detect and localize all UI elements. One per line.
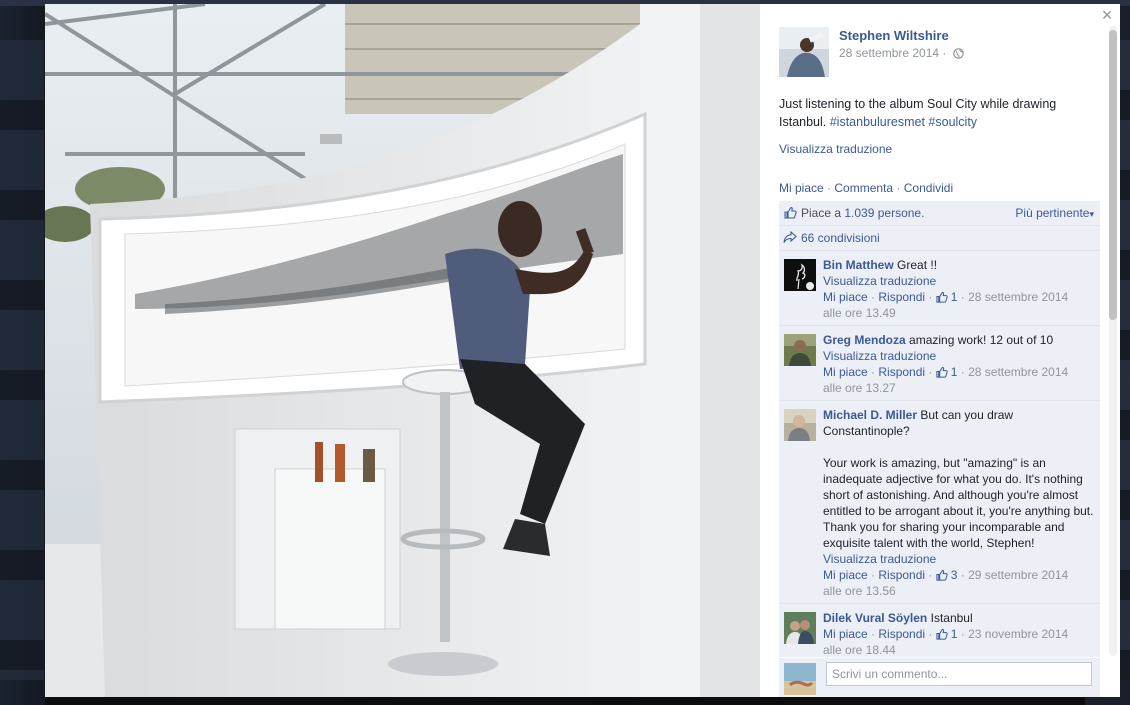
- post-text: Just listening to the album Soul City wh…: [779, 95, 1079, 131]
- share-arrow-icon: [783, 231, 797, 243]
- comment-like-link[interactable]: Mi piace: [823, 568, 868, 582]
- commenter-name[interactable]: Bin Matthew: [823, 258, 894, 272]
- comment-date[interactable]: · 29 settembre 2014: [961, 568, 1068, 582]
- commenter-name[interactable]: Dilek Vural Söylen: [823, 611, 927, 625]
- comment-time: alle ore 18.44: [823, 643, 896, 657]
- comment-date[interactable]: · 28 settembre 2014: [961, 365, 1068, 379]
- post-date: 28 settembre 2014 ·: [839, 46, 964, 60]
- current-user-avatar: [784, 663, 816, 695]
- hashtag-soulcity[interactable]: #soulcity: [928, 115, 977, 129]
- shares-count-link[interactable]: 66 condivisioni: [801, 231, 880, 245]
- comment-date[interactable]: · 23 novembre 2014: [961, 627, 1068, 641]
- likes-count-link[interactable]: 1.039 persone.: [844, 206, 924, 220]
- comment-item: Bin Matthew Great !! Visualizza traduzio…: [779, 251, 1100, 326]
- post-translate-link[interactable]: Visualizza traduzione: [779, 142, 892, 156]
- author-avatar[interactable]: [779, 27, 829, 77]
- comment-body: Bin Matthew Great !! Visualizza traduzio…: [823, 251, 1100, 326]
- comment-body: Greg Mendoza amazing work! 12 out of 10 …: [823, 326, 1100, 401]
- commenter-name[interactable]: Greg Mendoza: [823, 333, 906, 347]
- post-details-panel: × Stephen Wiltshire 28 settembre 2014 · …: [760, 4, 1120, 697]
- comment-input[interactable]: [826, 662, 1092, 686]
- shares-row: 66 condivisioni: [779, 226, 1100, 251]
- sort-label: Più pertinente: [1015, 206, 1090, 220]
- comment-like-link[interactable]: Mi piace: [823, 290, 868, 304]
- hashtag-istanbuluresmet[interactable]: #istanbuluresmet: [830, 115, 925, 129]
- thumbs-up-icon: [936, 291, 948, 303]
- comment-time: alle ore 13.27: [823, 381, 896, 395]
- likes-prefix: Piace a: [801, 206, 845, 220]
- lightbox-photo[interactable]: [45, 4, 760, 697]
- commenter-avatar[interactable]: [784, 409, 816, 441]
- comment-action[interactable]: Commenta: [834, 181, 893, 195]
- comment-body: Dilek Vural Söylen Istanbul Mi piace · R…: [823, 604, 1100, 657]
- thumbs-up-icon: [784, 206, 797, 219]
- separator: ·: [896, 181, 901, 195]
- comment-item: Michael D. Miller But can you draw Const…: [779, 401, 1100, 604]
- share-action[interactable]: Condividi: [904, 181, 953, 195]
- comment-like-link[interactable]: Mi piace: [823, 627, 868, 641]
- thumbs-up-icon: [936, 628, 948, 640]
- comment-likes-count[interactable]: 1: [951, 290, 958, 304]
- comment-text-paragraph: Your work is amazing, but "amazing" is a…: [823, 456, 1094, 550]
- comment-translate-link[interactable]: Visualizza traduzione: [823, 274, 936, 288]
- thumbs-up-icon: [936, 366, 948, 378]
- comment-meta: Mi piace · Rispondi · 1 · 28 settembre 2…: [823, 290, 1069, 320]
- comment-translate-link[interactable]: Visualizza traduzione: [823, 552, 936, 566]
- likes-row: Piace a 1.039 persone. Più pertinente▾: [779, 201, 1100, 226]
- comment-like-link[interactable]: Mi piace: [823, 365, 868, 379]
- comment-meta: Mi piace · Rispondi · 3 · 29 settembre 2…: [823, 568, 1069, 598]
- comment-reply-link[interactable]: Rispondi: [878, 290, 925, 304]
- comment-item: Greg Mendoza amazing work! 12 out of 10 …: [779, 326, 1100, 401]
- comment-text: Great !!: [897, 258, 938, 272]
- commenter-name[interactable]: Michael D. Miller: [823, 408, 917, 422]
- comment-text: Istanbul: [930, 611, 973, 625]
- comment-composer: [779, 658, 1100, 697]
- comments-scrollbar[interactable]: [1109, 26, 1117, 656]
- comment-date[interactable]: · 28 settembre 2014: [961, 290, 1068, 304]
- artist-drawing-photo: [45, 4, 760, 697]
- like-action[interactable]: Mi piace: [779, 181, 824, 195]
- post-actions: Mi piace · Commenta · Condividi: [779, 181, 953, 195]
- likes-summary: Piace a 1.039 persone.: [801, 206, 924, 220]
- commenter-avatar[interactable]: [784, 612, 816, 644]
- comments-list[interactable]: Bin Matthew Great !! Visualizza traduzio…: [779, 251, 1100, 657]
- backdrop-left-content: [0, 40, 44, 680]
- separator: ·: [827, 181, 832, 195]
- comment-item: Dilek Vural Söylen Istanbul Mi piace · R…: [779, 604, 1100, 657]
- comment-body: Michael D. Miller But can you draw Const…: [823, 401, 1100, 604]
- comment-time: alle ore 13.49: [823, 306, 896, 320]
- comment-time: alle ore 13.56: [823, 584, 896, 598]
- commenter-avatar[interactable]: [784, 334, 816, 366]
- scrollbar-thumb[interactable]: [1109, 30, 1117, 320]
- comment-reply-link[interactable]: Rispondi: [878, 627, 925, 641]
- post-date-text[interactable]: 28 settembre 2014 ·: [839, 46, 946, 60]
- close-icon[interactable]: ×: [1099, 6, 1115, 24]
- feedback-summary: Piace a 1.039 persone. Più pertinente▾ 6…: [779, 201, 1100, 251]
- thumbs-up-icon: [936, 569, 948, 581]
- comment-reply-link[interactable]: Rispondi: [878, 568, 925, 582]
- comment-likes-count[interactable]: 1: [951, 627, 958, 641]
- comment-likes-count[interactable]: 3: [951, 568, 958, 582]
- author-name[interactable]: Stephen Wiltshire: [839, 28, 949, 43]
- comment-reply-link[interactable]: Rispondi: [878, 365, 925, 379]
- comment-translate-link[interactable]: Visualizza traduzione: [823, 349, 936, 363]
- comment-meta: Mi piace · Rispondi · 1 · 23 novembre 20…: [823, 627, 1069, 657]
- comment-likes-count[interactable]: 1: [951, 365, 958, 379]
- caret-down-icon: ▾: [1089, 209, 1094, 219]
- sort-comments-dropdown[interactable]: Più pertinente▾: [1015, 206, 1094, 220]
- globe-icon[interactable]: [952, 48, 964, 60]
- comment-text: amazing work! 12 out of 10: [909, 333, 1054, 347]
- commenter-avatar[interactable]: [784, 259, 816, 291]
- comment-meta: Mi piace · Rispondi · 1 · 28 settembre 2…: [823, 365, 1069, 395]
